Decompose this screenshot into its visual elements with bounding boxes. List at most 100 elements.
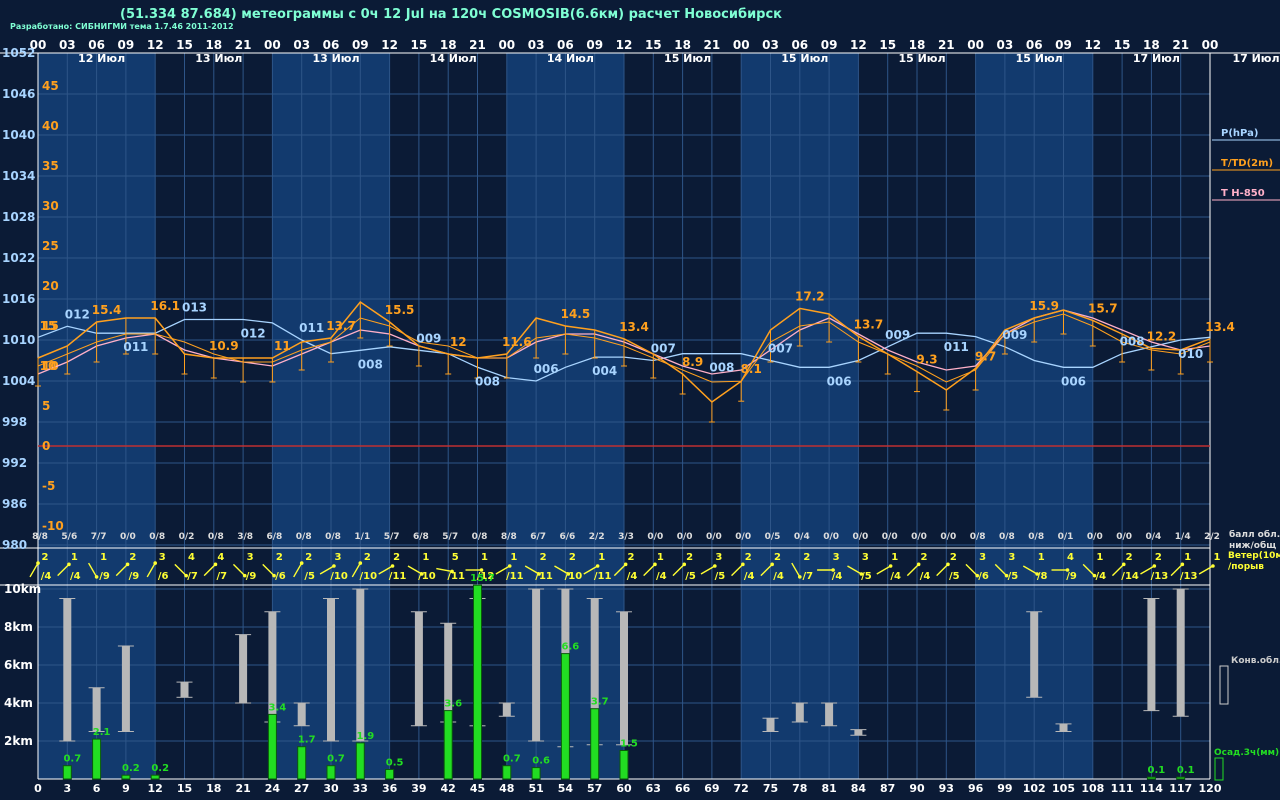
wind-arrow-head bbox=[1004, 573, 1009, 578]
wind-speed: 2 bbox=[803, 552, 810, 563]
lead-hour-label: 84 bbox=[851, 782, 867, 795]
precip-bar bbox=[267, 713, 277, 780]
temperature-tick-label: 30 bbox=[42, 199, 59, 213]
convective-cloud-column bbox=[854, 729, 863, 736]
wind-arrow-head bbox=[1180, 562, 1185, 567]
wind-gust: /4 bbox=[1095, 571, 1106, 582]
pressure-data-label: 011 bbox=[123, 340, 148, 354]
wind-gust: /4 bbox=[656, 571, 667, 582]
pressure-data-label: 007 bbox=[768, 342, 793, 356]
precip-value-label: 6.6 bbox=[562, 642, 580, 653]
wind-arrow bbox=[29, 562, 39, 578]
wind-speed: 3 bbox=[862, 552, 869, 563]
cloud-cover-value: 3/8 bbox=[237, 532, 253, 542]
precip-value-label: 0.2 bbox=[151, 763, 169, 774]
pressure-data-label: 008 bbox=[1120, 335, 1145, 349]
pressure-data-label: 009 bbox=[416, 331, 441, 345]
pressure-tick-label: 1016 bbox=[2, 292, 35, 306]
temperature-tick-label: 0 bbox=[42, 439, 50, 453]
lead-hour-label: 36 bbox=[382, 782, 398, 795]
precip-value-label: 0.6 bbox=[532, 756, 550, 767]
cloud-cover-value: 6/6 bbox=[559, 532, 575, 542]
hour-tick-label: 21 bbox=[938, 38, 955, 52]
cloud-cover-value: 5/6 bbox=[61, 532, 77, 542]
wind-arrow-head bbox=[1152, 564, 1157, 568]
cloud-cover-value: 0/0 bbox=[1087, 532, 1103, 542]
cloud-cover-value: 0/8 bbox=[1028, 532, 1044, 542]
wind-gust: /11 bbox=[594, 571, 612, 582]
lead-hour-label: 24 bbox=[265, 782, 281, 795]
temperature-data-label: 9.3 bbox=[916, 353, 937, 367]
hour-tick-label: 12 bbox=[147, 38, 164, 52]
precip-value-label: 3.7 bbox=[591, 697, 609, 708]
hour-tick-label: 12 bbox=[381, 38, 398, 52]
wind-speed: 1 bbox=[1096, 552, 1103, 563]
pressure-data-label: 006 bbox=[1061, 374, 1086, 388]
hour-tick-label: 03 bbox=[293, 38, 310, 52]
hour-tick-label: 18 bbox=[205, 38, 222, 52]
precip-bar bbox=[531, 767, 541, 780]
wind-gust: /4 bbox=[744, 571, 755, 582]
cloud-cover-value: 5/7 bbox=[442, 532, 458, 542]
lead-hour-label: 42 bbox=[441, 782, 456, 795]
pressure-data-label: 010 bbox=[1178, 347, 1203, 361]
temperature-data-label: 13.7 bbox=[854, 317, 884, 331]
pressure-tick-label: 992 bbox=[2, 456, 27, 470]
day-label: 15 Июл bbox=[898, 52, 945, 65]
wind-speed: 2 bbox=[364, 552, 371, 563]
meteogram-chart: 00 03 06 09 12 15 18 21 00 03 06 09 12 15 18 21 00 03 06 09… bbox=[0, 38, 1280, 795]
wind-arrow bbox=[436, 567, 453, 573]
wind-arrow-head bbox=[184, 573, 188, 578]
temperature-data-label: 10 bbox=[40, 359, 57, 373]
wind-speed: 3 bbox=[335, 552, 342, 563]
wind-arrow-head bbox=[1065, 568, 1070, 572]
precip-bar bbox=[473, 584, 482, 780]
cloud-cover-value: 0/8 bbox=[999, 532, 1015, 542]
temperature-tick-label: 45 bbox=[42, 79, 59, 93]
lead-hour-label: 54 bbox=[558, 782, 574, 795]
temperature-data-label: 16.1 bbox=[150, 299, 180, 313]
wind-gust: /5 bbox=[949, 571, 960, 582]
wind-arrow-head bbox=[67, 562, 71, 567]
hour-tick-label: 06 bbox=[323, 38, 340, 52]
precip-bar bbox=[92, 738, 102, 780]
precip-bar bbox=[121, 774, 131, 780]
wind-gust: /4 bbox=[70, 571, 81, 582]
wind-speed: 1 bbox=[891, 552, 898, 563]
wind-arrow-head bbox=[153, 561, 157, 565]
hour-tick-label: 06 bbox=[791, 38, 808, 52]
convective-cloud-column bbox=[620, 611, 628, 745]
cloud-cover-value: 7/7 bbox=[91, 532, 107, 542]
wind-arrow-head bbox=[1121, 562, 1126, 567]
wind-arrow-head bbox=[420, 572, 424, 576]
wind-arrow-head bbox=[390, 564, 395, 568]
wind-speed: 3 bbox=[159, 552, 166, 563]
chart-title: (51.334 87.684) метеограммы с 0ч 12 Jul … bbox=[120, 7, 783, 22]
wind-arrow-head bbox=[831, 568, 835, 572]
cloud-cover-value: 0/8 bbox=[296, 532, 312, 542]
height-tick-label: 10km bbox=[4, 582, 41, 596]
cloud-cover-value: 0/0 bbox=[940, 532, 956, 542]
temperature-tick-label: 35 bbox=[42, 159, 59, 173]
temperature-data-label: 15 bbox=[40, 319, 57, 333]
wind-gust: /11 bbox=[506, 571, 524, 582]
convective-cloud-column bbox=[825, 703, 834, 726]
cloud-cover-value: 0/8 bbox=[325, 532, 341, 542]
day-label: 17 Июл bbox=[1133, 52, 1180, 65]
temperature-data-label: 13.7 bbox=[326, 319, 356, 333]
cloud-cover-value: 0/0 bbox=[677, 532, 693, 542]
temperature-data-label: 11.6 bbox=[502, 335, 532, 349]
wind-speed: 1 bbox=[100, 552, 107, 563]
pressure-data-label: 009 bbox=[1002, 328, 1027, 342]
temperature-data-label: 14.5 bbox=[561, 307, 591, 321]
wind-arrow-head bbox=[125, 562, 130, 567]
hour-tick-label: 09 bbox=[352, 38, 369, 52]
hour-tick-label: 21 bbox=[1172, 38, 1189, 52]
precip-label: Осад.3ч(мм) bbox=[1214, 748, 1280, 758]
pressure-tick-label: 1052 bbox=[2, 46, 35, 60]
precip-value-label: 15.7 bbox=[470, 573, 495, 584]
lead-hour-label: 105 bbox=[1052, 782, 1075, 795]
wind-gust: /5 bbox=[685, 571, 696, 582]
wind-speed: 1 bbox=[1184, 552, 1191, 563]
hour-tick-label: 00 bbox=[498, 38, 515, 52]
